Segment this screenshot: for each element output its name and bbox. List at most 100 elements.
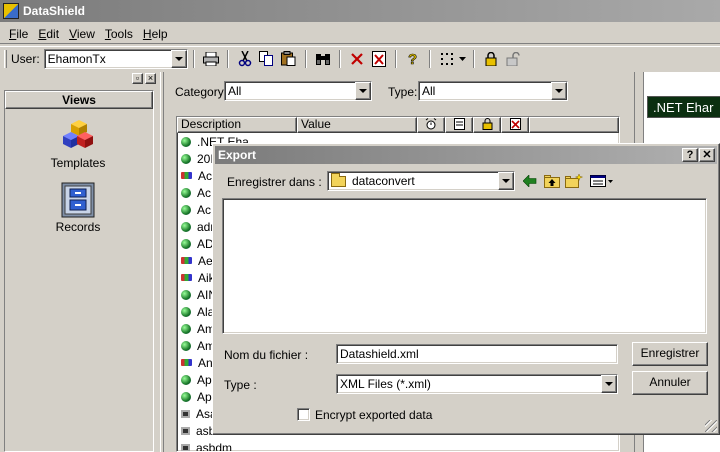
- globe-icon: [181, 204, 191, 215]
- column-header-filler: [529, 117, 619, 133]
- filetype-select[interactable]: XML Files (*.xml): [336, 374, 618, 394]
- export-dialog: Export ? ✕ Enregistrer dans : dataconver…: [212, 143, 720, 435]
- globe-icon: [181, 187, 191, 198]
- computer-icon: [181, 409, 190, 418]
- filename-label: Nom du fichier :: [224, 348, 309, 362]
- unlock-icon[interactable]: [502, 49, 524, 69]
- view-item-records[interactable]: Records: [3, 182, 153, 234]
- list-item-description: Ac: [197, 185, 212, 200]
- templates-icon: [61, 120, 95, 154]
- id-card-icon: [181, 359, 192, 366]
- column-header-description[interactable]: Description: [177, 117, 297, 133]
- globe-icon: [181, 289, 191, 300]
- restore-icon[interactable]: ▫: [132, 73, 143, 84]
- encrypt-checkbox[interactable]: [297, 408, 310, 421]
- globe-icon: [181, 136, 191, 147]
- views-body: Templates Records: [5, 110, 153, 451]
- user-dropdown-button[interactable]: [170, 49, 187, 68]
- menu-bar: File Edit View Tools Help: [0, 24, 720, 44]
- view-item-label: Templates: [50, 156, 106, 170]
- computer-icon: [181, 426, 190, 435]
- left-pane: ▫ × Views Templates Records: [0, 72, 158, 452]
- category-select[interactable]: All: [224, 81, 372, 101]
- toolbar-grip[interactable]: [4, 49, 7, 68]
- menu-view[interactable]: View: [64, 25, 100, 43]
- category-label: Category:: [175, 85, 228, 99]
- close-button[interactable]: ✕: [699, 148, 715, 162]
- type-select-value: All: [422, 84, 436, 98]
- filetype-dropdown-button[interactable]: [601, 375, 617, 393]
- close-icon[interactable]: ×: [145, 73, 156, 84]
- list-item-description: Ap: [197, 389, 212, 404]
- folder-icon: [331, 172, 346, 187]
- filename-input[interactable]: [336, 344, 618, 364]
- list-item-description: asbdm: [196, 440, 233, 452]
- lock-icon[interactable]: [473, 117, 501, 133]
- type-label: Type:: [388, 85, 418, 99]
- type-select[interactable]: All: [418, 81, 568, 101]
- views-title: Views: [5, 91, 153, 109]
- toolbar-separator: [472, 49, 475, 68]
- toolbar-separator: [428, 49, 431, 68]
- cancel-button[interactable]: Annuler: [632, 371, 708, 395]
- back-arrow-icon[interactable]: [521, 173, 539, 189]
- user-label: User:: [11, 51, 40, 66]
- left-pane-header: ▫ ×: [0, 72, 158, 86]
- toolbar-separator: [304, 49, 307, 68]
- type-dropdown-button[interactable]: [551, 82, 567, 100]
- app-title-bar: DataShield: [0, 0, 720, 22]
- globe-icon: [181, 374, 191, 385]
- menu-file[interactable]: File: [4, 25, 33, 43]
- left-splitter[interactable]: [160, 72, 164, 452]
- help-button[interactable]: ?: [682, 148, 698, 162]
- binoculars-icon[interactable]: [312, 49, 334, 69]
- save-button[interactable]: Enregistrer: [632, 342, 708, 366]
- menu-edit[interactable]: Edit: [33, 25, 64, 43]
- toolbar: User: EhamonTx ?: [0, 46, 720, 70]
- resize-grip[interactable]: [705, 420, 717, 432]
- toolbar-separator: [338, 49, 341, 68]
- view-grid-icon[interactable]: [436, 49, 458, 69]
- delete-record-icon[interactable]: [368, 49, 390, 69]
- view-menu-icon[interactable]: [589, 173, 615, 189]
- delete-icon[interactable]: [346, 49, 368, 69]
- views-panel: Views Templates Records: [4, 90, 154, 452]
- list-item-description: Ae: [198, 253, 213, 268]
- svg-text:?: ?: [408, 51, 417, 67]
- view-item-templates[interactable]: Templates: [3, 120, 153, 170]
- id-card-icon: [181, 257, 192, 264]
- app-icon: [3, 3, 19, 19]
- category-select-value: All: [228, 84, 242, 98]
- globe-icon: [181, 391, 191, 402]
- list-item[interactable]: asbdm: [177, 439, 619, 452]
- globe-icon: [181, 323, 191, 334]
- paste-icon[interactable]: [278, 49, 300, 69]
- note-icon[interactable]: [445, 117, 473, 133]
- help-icon[interactable]: ?: [402, 49, 424, 69]
- save-in-select[interactable]: dataconvert: [327, 171, 515, 191]
- filetype-value: XML Files (*.xml): [340, 377, 431, 391]
- new-folder-icon[interactable]: [565, 173, 583, 189]
- copy-icon[interactable]: [256, 49, 278, 69]
- lock-icon[interactable]: [480, 49, 502, 69]
- up-folder-icon[interactable]: [543, 173, 561, 189]
- alarm-icon[interactable]: [417, 117, 445, 133]
- list-item-description: Ac: [198, 168, 213, 183]
- detail-banner: .NET Ehar: [647, 96, 720, 118]
- save-in-dropdown-button[interactable]: [498, 172, 514, 190]
- chevron-down-icon[interactable]: [458, 49, 468, 69]
- delete-icon[interactable]: [501, 117, 529, 133]
- scissors-icon[interactable]: [234, 49, 256, 69]
- column-header-value[interactable]: Value: [297, 117, 417, 133]
- menu-help[interactable]: Help: [138, 25, 173, 43]
- user-select[interactable]: EhamonTx: [43, 48, 188, 69]
- globe-icon: [181, 221, 191, 232]
- list-item-description: Ap: [197, 372, 212, 387]
- category-dropdown-button[interactable]: [355, 82, 371, 100]
- encrypt-label: Encrypt exported data: [315, 408, 433, 422]
- printer-icon[interactable]: [200, 49, 222, 69]
- file-list[interactable]: [222, 198, 707, 334]
- menu-tools[interactable]: Tools: [100, 25, 138, 43]
- save-in-label: Enregistrer dans :: [227, 175, 322, 189]
- id-card-icon: [181, 172, 192, 179]
